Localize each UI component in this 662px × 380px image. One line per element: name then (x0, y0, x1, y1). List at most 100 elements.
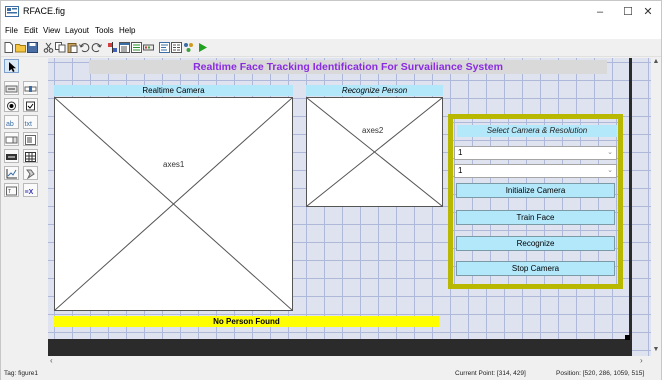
guide-app-icon (5, 6, 19, 17)
panel-tool[interactable] (23, 166, 38, 180)
run-figure-icon[interactable] (197, 42, 208, 53)
guide-window: RFACE.fig – ☐ ✕ File Edit View Layout To… (0, 0, 662, 380)
editor-icon[interactable] (159, 42, 170, 53)
figure-bottom-edge (48, 339, 629, 356)
activex-icon: ≡X (25, 189, 34, 196)
popup-menu-tool[interactable] (4, 132, 19, 146)
axes1-placeholder-cross (55, 98, 292, 310)
control-panel-title[interactable]: Select Camera & Resolution (457, 125, 617, 137)
scroll-up-icon[interactable]: ▲ (652, 58, 660, 65)
camera-select[interactable]: 1 ⌄ (454, 146, 617, 160)
toolbar-editor-icon[interactable] (143, 42, 154, 53)
svg-text:T: T (8, 189, 11, 195)
title-bar: RFACE.fig – ☐ ✕ (1, 1, 661, 23)
initialize-camera-button[interactable]: Initialize Camera (456, 183, 615, 198)
menu-edit[interactable]: Edit (24, 25, 38, 37)
chevron-down-icon: ⌄ (607, 149, 613, 156)
table-tool[interactable] (23, 149, 38, 163)
menu-help[interactable]: Help (119, 25, 135, 37)
axes2-placeholder-cross (307, 98, 442, 206)
panel-icon (26, 169, 35, 180)
select-tool-button[interactable] (4, 59, 19, 73)
chevron-down-icon: ⌄ (607, 167, 613, 174)
activex-tool[interactable]: ≡X (23, 183, 38, 197)
menu-layout[interactable]: Layout (65, 25, 89, 37)
redo-icon[interactable] (91, 42, 102, 53)
radiobutton-tool[interactable] (4, 98, 19, 112)
listbox-icon (25, 135, 36, 145)
axes-tool[interactable] (4, 166, 19, 180)
horizontal-scrollbar[interactable]: ‹ › (48, 356, 651, 366)
axes1-camera[interactable]: axes1 (54, 97, 293, 311)
menu-editor-icon[interactable] (119, 42, 130, 53)
scroll-right-icon[interactable]: › (640, 356, 643, 365)
save-icon[interactable] (27, 42, 38, 53)
align-objects-icon[interactable] (107, 42, 118, 53)
train-face-button[interactable]: Train Face (456, 210, 615, 225)
property-inspector-icon[interactable] (171, 42, 182, 53)
static-text-tool[interactable]: txt (23, 115, 38, 129)
pushbutton-icon (5, 85, 18, 93)
close-button[interactable]: ✕ (634, 1, 662, 23)
recognize-button[interactable]: Recognize (456, 236, 615, 251)
listbox-tool[interactable] (23, 132, 38, 146)
copy-icon[interactable] (55, 42, 66, 53)
minimize-button[interactable]: – (586, 1, 614, 23)
object-browser-icon[interactable] (183, 42, 194, 53)
camera-select-value: 1 (458, 148, 463, 157)
arrow-cursor-icon (9, 62, 16, 72)
popup-menu-icon (5, 136, 18, 144)
menu-view[interactable]: View (43, 25, 60, 37)
cut-icon[interactable] (43, 42, 54, 53)
edit-text-icon: ab (6, 121, 14, 128)
table-icon (25, 152, 36, 162)
edit-text-tool[interactable]: ab (4, 115, 19, 129)
position-text: Position: [520, 286, 1059, 515] (556, 370, 645, 377)
component-palette: ab txt T ≡X (3, 59, 43, 369)
new-file-icon[interactable] (3, 42, 14, 53)
checkbox-tool[interactable] (23, 98, 38, 112)
camera-panel-label[interactable]: Realtime Camera (54, 85, 293, 96)
person-status-text[interactable]: No Person Found (54, 316, 439, 327)
svg-text:txt: txt (25, 121, 32, 128)
button-group-icon: T (6, 186, 17, 196)
menu-bar: File Edit View Layout Tools Help (1, 23, 661, 39)
undo-icon[interactable] (79, 42, 90, 53)
main-title-text[interactable]: Realtime Face Tracking Identification Fo… (89, 60, 607, 74)
slider-icon (24, 86, 37, 92)
figure-resize-handle[interactable] (625, 335, 630, 340)
toolbar (1, 39, 661, 57)
scroll-down-icon[interactable]: ▼ (652, 346, 660, 353)
toggle-button-icon (6, 154, 17, 160)
paste-icon[interactable] (67, 42, 78, 53)
current-point-text: Current Point: [314, 429] (455, 370, 526, 377)
slider-tool[interactable] (23, 81, 38, 95)
axes1-label: axes1 (163, 160, 185, 169)
window-title: RFACE.fig (23, 6, 66, 16)
svg-text:≡X: ≡X (25, 189, 34, 196)
button-group-tool[interactable]: T (4, 183, 19, 197)
scroll-left-icon[interactable]: ‹ (50, 356, 53, 365)
toggle-button-tool[interactable] (4, 149, 19, 163)
resolution-select-value: 1 (458, 166, 463, 175)
stop-camera-button[interactable]: Stop Camera (456, 261, 615, 276)
resolution-select[interactable]: 1 ⌄ (454, 164, 617, 178)
vertical-scrollbar[interactable]: ▲ ▼ (651, 58, 661, 356)
control-panel-inner (453, 119, 618, 284)
menu-tools[interactable]: Tools (95, 25, 114, 37)
checkbox-icon (26, 101, 35, 111)
open-folder-icon[interactable] (15, 42, 26, 53)
radiobutton-icon (7, 101, 16, 111)
person-panel-label[interactable]: Recognize Person (306, 85, 443, 96)
axes2-person[interactable]: axes2 (306, 97, 443, 207)
pushbutton-tool[interactable] (4, 81, 19, 95)
tab-order-editor-icon[interactable] (131, 42, 142, 53)
figure-right-edge (629, 58, 632, 356)
static-text-icon: txt (25, 121, 32, 128)
axes-icon (6, 169, 17, 179)
menu-file[interactable]: File (5, 25, 18, 37)
axes2-label: axes2 (362, 126, 384, 135)
tag-text: Tag: figure1 (4, 370, 38, 377)
status-bar: Tag: figure1 Current Point: [314, 429] P… (1, 367, 661, 380)
svg-text:ab: ab (6, 121, 14, 128)
